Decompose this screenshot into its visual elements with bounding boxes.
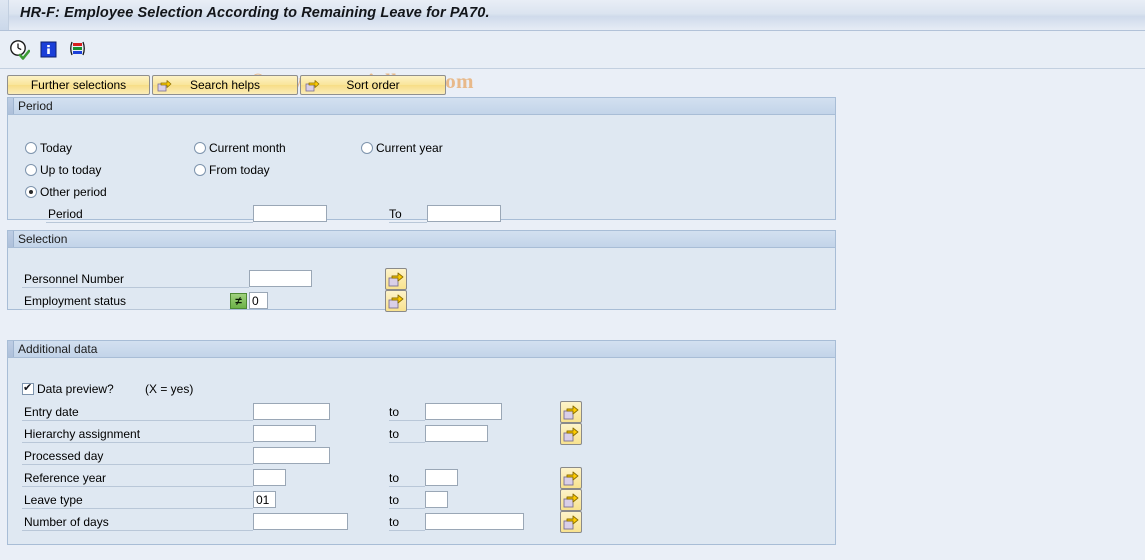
checkbox-indicator xyxy=(22,381,34,395)
radio-current-year[interactable]: Current year xyxy=(361,141,443,155)
number-of-days-label: Number of days xyxy=(22,515,253,531)
number-of-days-to-label: to xyxy=(389,515,425,531)
radio-from-today[interactable]: From today xyxy=(194,163,270,177)
period-to-input[interactable] xyxy=(427,205,501,222)
toolbar-icon-group xyxy=(9,39,88,60)
personnel-number-input[interactable] xyxy=(249,270,312,287)
selection-variant-icon[interactable] xyxy=(67,39,88,60)
period-field-label: Period xyxy=(46,207,253,223)
employment-status-label: Employment status xyxy=(22,294,229,310)
period-panel-body: Today Current month Current year Up to t… xyxy=(8,115,835,223)
hierarchy-assignment-multiselect-button[interactable] xyxy=(560,423,582,445)
radio-other-period[interactable]: Other period xyxy=(25,185,107,199)
radio-up-to-today[interactable]: Up to today xyxy=(25,163,101,177)
hierarchy-assignment-to-label: to xyxy=(389,427,425,443)
entry-date-to-label: to xyxy=(389,405,425,421)
yellow-arrow-icon xyxy=(388,294,404,309)
application-toolbar: © www.tutorialkart.com xyxy=(0,31,1145,93)
leave-type-label: Leave type xyxy=(22,493,253,509)
not-equal-operator-icon[interactable]: ≠ xyxy=(230,293,247,309)
selection-panel-header: Selection xyxy=(8,231,835,248)
leave-type-to-input[interactable] xyxy=(425,491,448,508)
sort-order-label: Sort order xyxy=(346,78,400,92)
data-preview-checkbox[interactable]: Data preview? xyxy=(22,381,114,396)
hierarchy-assignment-from-input[interactable] xyxy=(253,425,316,442)
search-helps-button[interactable]: Search helps xyxy=(152,75,298,95)
radio-other-period-label: Other period xyxy=(40,185,107,199)
period-from-input[interactable] xyxy=(253,205,327,222)
radio-today-label: Today xyxy=(40,141,73,155)
radio-current-year-label: Current year xyxy=(376,141,443,155)
additional-data-panel-body: Data preview? (X = yes) Entry date to Hi… xyxy=(8,358,835,544)
reference-year-from-input[interactable] xyxy=(253,469,286,486)
page-title: HR-F: Employee Selection According to Re… xyxy=(20,5,490,21)
additional-data-panel-title: Additional data xyxy=(18,342,98,356)
selection-panel-body: Personnel Number Employment status ≠ xyxy=(8,248,835,312)
info-icon[interactable] xyxy=(38,39,59,60)
window-title-bar: HR-F: Employee Selection According to Re… xyxy=(0,0,1145,31)
personnel-number-multiselect-button[interactable] xyxy=(385,268,407,290)
yellow-arrow-icon xyxy=(563,471,579,486)
sort-order-button[interactable]: Sort order xyxy=(300,75,446,95)
radio-indicator xyxy=(361,142,373,154)
yellow-arrow-icon xyxy=(563,493,579,508)
hierarchy-assignment-label: Hierarchy assignment xyxy=(22,427,253,443)
processed-day-label: Processed day xyxy=(22,449,253,465)
yellow-arrow-icon xyxy=(563,405,579,420)
employment-status-multiselect-button[interactable] xyxy=(385,290,407,312)
further-selections-label: Further selections xyxy=(30,78,127,92)
yellow-arrow-icon xyxy=(563,427,579,442)
period-panel: Period Today Current month Current year … xyxy=(7,97,836,223)
radio-indicator xyxy=(25,164,37,176)
action-button-row: Further selections Search helps Sort ord… xyxy=(0,75,1145,97)
yellow-arrow-icon xyxy=(305,78,320,96)
reference-year-to-input[interactable] xyxy=(425,469,458,486)
additional-data-panel: Additional data Data preview? (X = yes) … xyxy=(7,340,836,545)
radio-current-month[interactable]: Current month xyxy=(194,141,286,155)
search-helps-label: Search helps xyxy=(189,78,261,92)
radio-indicator xyxy=(25,142,37,154)
processed-day-from-input[interactable] xyxy=(253,447,330,464)
radio-current-month-label: Current month xyxy=(209,141,286,155)
number-of-days-multiselect-button[interactable] xyxy=(560,511,582,533)
further-selections-button[interactable]: Further selections xyxy=(7,75,150,95)
radio-indicator xyxy=(25,186,37,198)
yellow-arrow-icon xyxy=(388,272,404,287)
data-preview-label: Data preview? xyxy=(37,382,114,396)
radio-indicator xyxy=(194,142,206,154)
radio-from-today-label: From today xyxy=(209,163,270,177)
yellow-arrow-icon xyxy=(563,515,579,530)
reference-year-multiselect-button[interactable] xyxy=(560,467,582,489)
yellow-arrow-icon xyxy=(157,78,172,96)
entry-date-to-input[interactable] xyxy=(425,403,502,420)
leave-type-from-input[interactable] xyxy=(253,491,276,508)
radio-up-to-today-label: Up to today xyxy=(40,163,102,177)
leave-type-multiselect-button[interactable] xyxy=(560,489,582,511)
selection-panel: Selection Personnel Number Employment st… xyxy=(7,230,836,312)
reference-year-to-label: to xyxy=(389,471,425,487)
radio-today[interactable]: Today xyxy=(25,141,72,155)
period-panel-header: Period xyxy=(8,98,835,115)
leave-type-to-label: to xyxy=(389,493,425,509)
period-to-label: To xyxy=(389,207,427,223)
period-panel-title: Period xyxy=(18,99,53,113)
entry-date-multiselect-button[interactable] xyxy=(560,401,582,423)
selection-panel-title: Selection xyxy=(18,232,68,246)
number-of-days-to-input[interactable] xyxy=(425,513,524,530)
hierarchy-assignment-to-input[interactable] xyxy=(425,425,488,442)
reference-year-label: Reference year xyxy=(22,471,253,487)
execute-clock-icon[interactable] xyxy=(9,39,31,60)
employment-status-input[interactable] xyxy=(249,292,268,309)
personnel-number-label: Personnel Number xyxy=(22,272,249,288)
data-preview-hint: (X = yes) xyxy=(145,382,194,396)
number-of-days-from-input[interactable] xyxy=(253,513,348,530)
additional-data-panel-header: Additional data xyxy=(8,341,835,358)
entry-date-label: Entry date xyxy=(22,405,253,421)
entry-date-from-input[interactable] xyxy=(253,403,330,420)
radio-indicator xyxy=(194,164,206,176)
